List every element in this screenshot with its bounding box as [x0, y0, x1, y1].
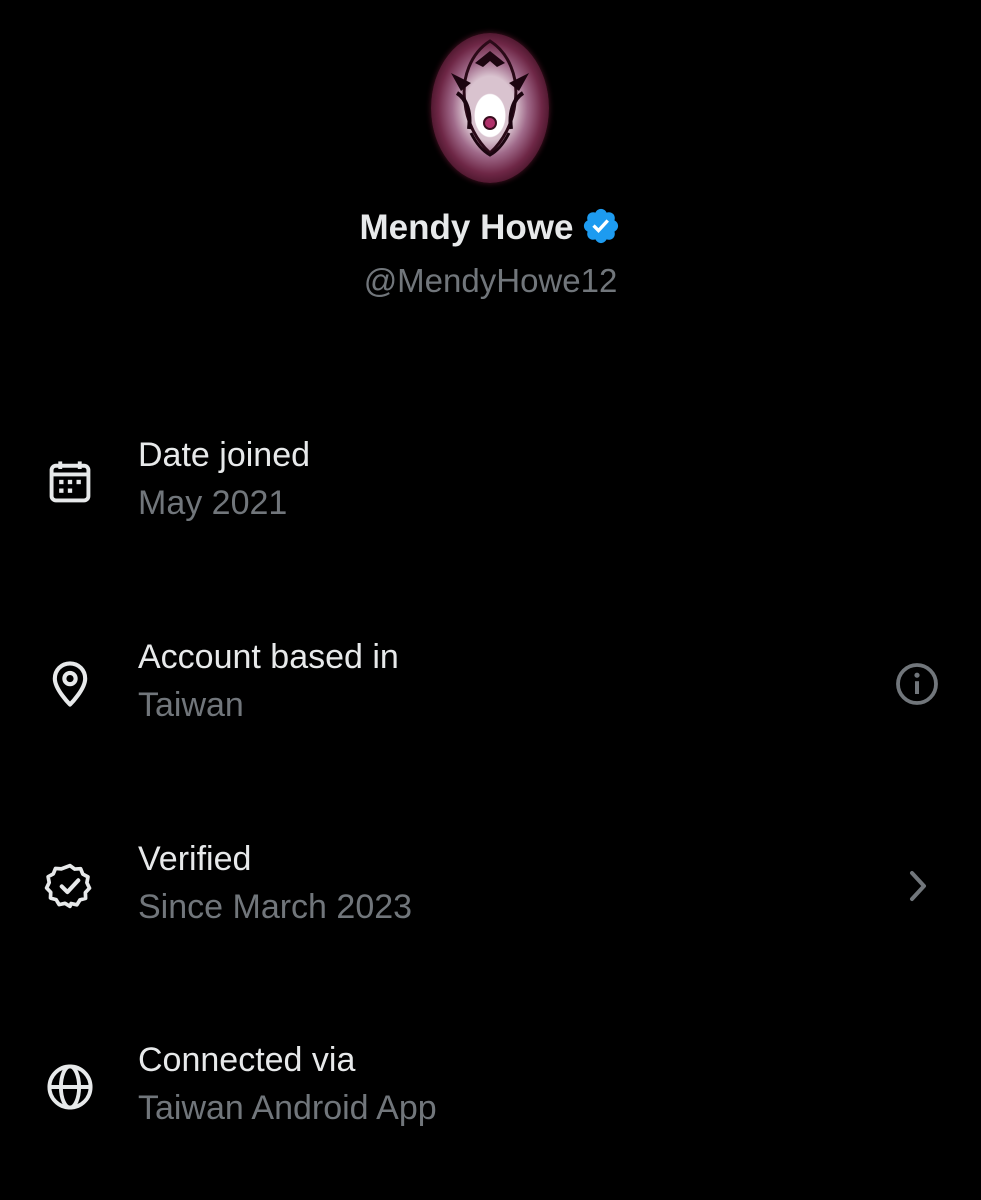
row-value: May 2021 [138, 484, 288, 522]
info-row-connected-via: Connected via Taiwan Android App [0, 1041, 981, 1151]
display-name: Mendy Howe [359, 208, 574, 247]
row-value: Since March 2023 [138, 888, 413, 926]
row-title: Verified [138, 840, 252, 878]
info-icon[interactable] [893, 660, 941, 708]
name-row: Mendy Howe [0, 208, 981, 248]
row-value: Taiwan Android App [138, 1089, 437, 1127]
row-title: Date joined [138, 436, 311, 474]
verified-check-icon[interactable] [581, 206, 621, 246]
avatar-art [451, 39, 529, 157]
username-handle: @MendyHowe12 [363, 262, 618, 299]
calendar-icon [44, 456, 96, 508]
profile-header: Mendy Howe @MendyHowe12 [0, 0, 981, 320]
row-title: Connected via [138, 1041, 356, 1079]
chevron-right-icon[interactable] [893, 862, 941, 910]
avatar[interactable] [431, 33, 549, 183]
row-title: Account based in [138, 638, 399, 676]
info-row-date-joined: Date joined May 2021 [0, 436, 981, 546]
globe-icon [44, 1061, 96, 1113]
verified-badge-outline-icon [44, 860, 96, 912]
row-value: Taiwan [138, 686, 244, 724]
info-row-account-based-in: Account based in Taiwan [0, 638, 981, 748]
info-row-verified[interactable]: Verified Since March 2023 [0, 840, 981, 950]
location-pin-icon [44, 658, 96, 710]
